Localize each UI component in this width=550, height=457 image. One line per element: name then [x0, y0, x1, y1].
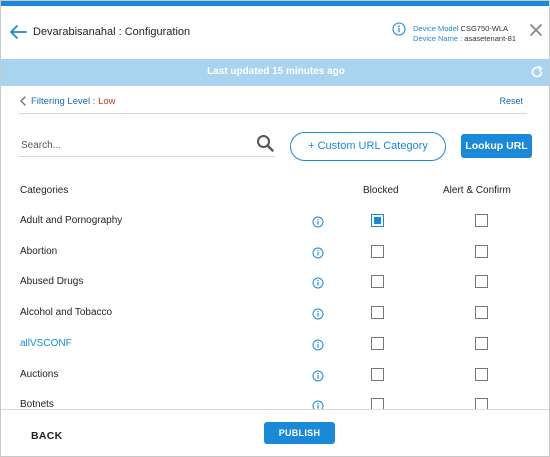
status-bar: Last updated 15 minutes ago: [1, 59, 549, 86]
app-window: Devarabisanahal : Configuration Device M…: [0, 0, 550, 457]
alert-confirm-header: Alert & Confirm: [443, 185, 511, 196]
table-row: Abused Drugs: [1, 267, 549, 297]
blocked-checkbox[interactable]: [371, 368, 384, 381]
info-icon[interactable]: [312, 339, 324, 351]
device-model-value: CSG750-WLA: [460, 24, 509, 33]
chevron-left-icon[interactable]: [19, 96, 27, 106]
category-name: Abused Drugs: [20, 276, 84, 287]
lookup-url-button[interactable]: Lookup URL: [461, 134, 532, 158]
info-icon[interactable]: [312, 277, 324, 289]
blocked-checkbox[interactable]: [371, 275, 384, 288]
reset-link[interactable]: Reset: [499, 96, 523, 106]
info-icon[interactable]: [312, 370, 324, 382]
device-info: Device Model CSG750-WLA Device Name : as…: [413, 24, 516, 44]
category-name[interactable]: allVSCONF: [20, 338, 72, 349]
alert-confirm-checkbox[interactable]: [475, 214, 488, 227]
device-name-value: asasetenant-81: [464, 34, 516, 43]
filtering-level-label: Filtering Level :: [31, 96, 96, 107]
table-row: Alcohol and Tobacco: [1, 298, 549, 328]
category-name: Auctions: [20, 369, 59, 380]
blocked-checkbox[interactable]: [371, 337, 384, 350]
table-row: Abortion: [1, 237, 549, 267]
info-icon[interactable]: [312, 216, 324, 228]
info-icon[interactable]: [312, 247, 324, 259]
search-input[interactable]: [21, 137, 241, 153]
table-row: Auctions: [1, 360, 549, 390]
filtering-level[interactable]: Filtering Level : Low: [31, 96, 116, 107]
back-arrow-icon[interactable]: [9, 24, 27, 40]
blocked-checkbox[interactable]: [371, 306, 384, 319]
alert-confirm-checkbox[interactable]: [475, 306, 488, 319]
blocked-checkbox[interactable]: [371, 398, 384, 409]
categories-header: Categories: [20, 185, 69, 196]
alert-confirm-checkbox[interactable]: [475, 398, 488, 409]
blocked-checkbox[interactable]: [371, 214, 384, 227]
device-model-label: Device Model: [413, 24, 459, 33]
search-icon[interactable]: [256, 134, 274, 152]
category-name: Abortion: [20, 246, 58, 257]
info-icon[interactable]: [312, 400, 324, 409]
category-name: Alcohol and Tobacco: [20, 307, 113, 318]
table-row: Botnets: [1, 390, 549, 409]
alert-confirm-checkbox[interactable]: [475, 368, 488, 381]
table-row: Adult and Pornography: [1, 206, 549, 236]
close-icon[interactable]: [529, 23, 543, 37]
custom-url-category-button[interactable]: + Custom URL Category: [290, 132, 446, 161]
category-name: Botnets: [20, 399, 54, 409]
table-row: allVSCONF: [1, 329, 549, 359]
blocked-header: Blocked: [363, 185, 399, 196]
back-button[interactable]: BACK: [31, 430, 63, 442]
refresh-icon[interactable]: [530, 65, 544, 79]
category-list: Adult and Pornography Abortion Abused Drug…: [1, 206, 549, 409]
filtering-level-value: Low: [98, 96, 116, 107]
device-name-label: Device Name :: [413, 34, 463, 43]
header: Devarabisanahal : Configuration Device M…: [1, 6, 549, 59]
page-title: Devarabisanahal : Configuration: [33, 26, 191, 38]
alert-confirm-checkbox[interactable]: [475, 275, 488, 288]
filtering-level-row: Filtering Level : Low Reset: [19, 93, 527, 114]
alert-confirm-checkbox[interactable]: [475, 245, 488, 258]
blocked-checkbox[interactable]: [371, 245, 384, 258]
search-box: [19, 133, 275, 157]
info-icon[interactable]: [392, 22, 406, 36]
alert-confirm-checkbox[interactable]: [475, 337, 488, 350]
footer: BACK PUBLISH: [1, 409, 549, 456]
category-name: Adult and Pornography: [20, 215, 123, 226]
publish-button[interactable]: PUBLISH: [264, 422, 335, 444]
last-updated-text: Last updated 15 minutes ago: [207, 66, 345, 77]
info-icon[interactable]: [312, 308, 324, 320]
